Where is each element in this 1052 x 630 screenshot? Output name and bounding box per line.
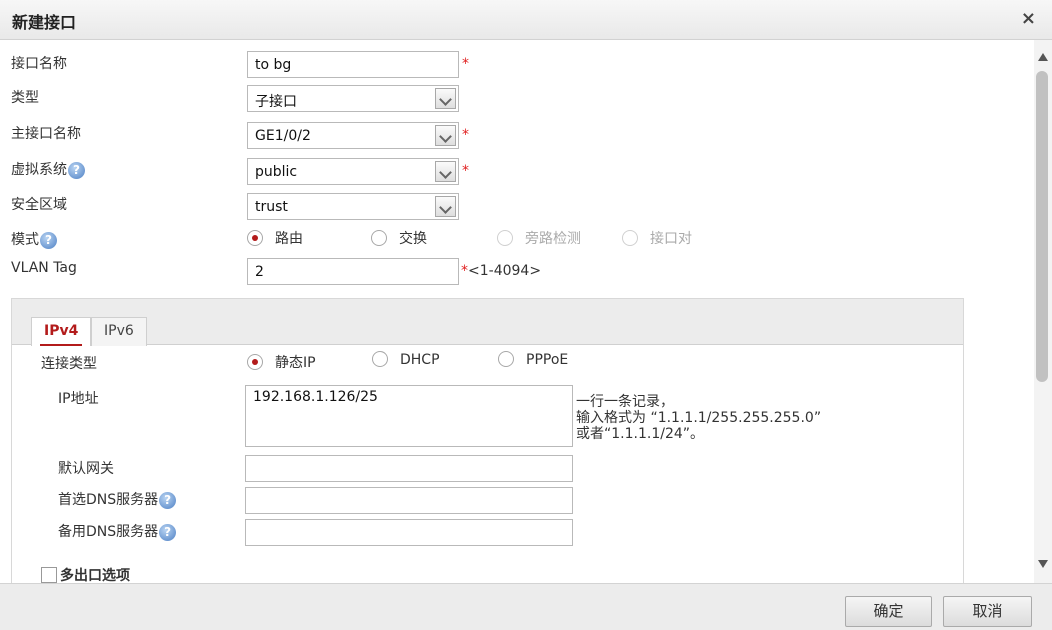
secondary-dns-input[interactable] [245,519,573,546]
type-select-value: 子接口 [255,94,297,110]
help-icon[interactable]: ? [68,161,85,179]
zone-label: 安全区域 [11,197,67,213]
ip-hint-line: 一行一条记录， [576,394,674,410]
secondary-dns-label-text: 备用DNS服务器 [58,524,159,540]
address-panel: IPv4 IPv6 连接类型 静态IP DHCP PPPoE IP地址 192.… [11,298,964,583]
parent-interface-value: GE1/0/2 [255,128,311,144]
radio-dot [497,230,513,246]
mode-label-text: 模式 [11,232,39,248]
mode-radio-route[interactable]: 路由 [247,228,303,248]
radio-dot [247,230,263,246]
chevron-down-icon[interactable] [435,88,456,109]
scroll-up-icon[interactable] [1038,53,1048,61]
ok-button[interactable]: 确定 [845,596,932,627]
vlan-tag-input[interactable]: 2 [247,258,459,285]
conn-radio-dhcp[interactable]: DHCP [372,351,440,368]
ip-format-hint: 一行一条记录， 输入格式为 “1.1.1.1/255.255.255.0” 或者… [576,394,821,442]
multi-exit-checkbox[interactable]: 多出口选项 [41,565,130,583]
radio-dot [371,230,387,246]
conn-radio-pppoe[interactable]: PPPoE [498,351,569,368]
vsys-select[interactable]: public [247,158,459,185]
checkbox-box[interactable] [41,567,57,583]
radio-dot [498,351,514,367]
gateway-input[interactable] [245,455,573,482]
mode-route-label: 路由 [275,231,303,247]
mode-radio-pair: 接口对 [622,228,692,248]
primary-dns-label: 首选DNS服务器? [58,489,177,509]
tab-ipv4[interactable]: IPv4 [31,317,92,346]
type-select[interactable]: 子接口 [247,85,459,112]
mode-radio-switch[interactable]: 交换 [371,228,427,248]
mode-pair-label: 接口对 [650,231,692,247]
scrollbar-thumb[interactable] [1036,71,1048,382]
conn-radio-static[interactable]: 静态IP [247,352,316,372]
dialog-titlebar: 新建接口 × [0,0,1052,40]
zone-select[interactable]: trust [247,193,459,220]
secondary-dns-label: 备用DNS服务器? [58,521,177,541]
chevron-down-icon[interactable] [435,196,456,217]
required-mark: * [462,163,469,179]
vertical-scrollbar[interactable] [1034,40,1052,583]
ip-address-label: IP地址 [58,391,99,407]
vsys-select-value: public [255,164,298,180]
close-icon[interactable]: × [1021,8,1036,29]
multi-exit-label: 多出口选项 [60,568,130,583]
vlan-tag-label: VLAN Tag [11,260,77,276]
mode-bypass-label: 旁路检测 [525,231,581,247]
vsys-label: 虚拟系统? [11,159,85,179]
required-mark: * [462,127,469,143]
vsys-label-text: 虚拟系统 [11,162,67,178]
ip-address-textarea[interactable]: 192.168.1.126/25 [245,385,573,447]
ip-hint-line: 输入格式为 “1.1.1.1/255.255.255.0” [576,410,822,426]
zone-select-value: trust [255,199,288,215]
gateway-label: 默认网关 [58,461,114,477]
help-icon[interactable]: ? [159,523,177,541]
primary-dns-label-text: 首选DNS服务器 [58,492,159,508]
dialog-body: 接口名称 to bg * 类型 子接口 主接口名称 GE1/0/2 * 虚拟系统… [0,40,1034,583]
connection-type-label: 连接类型 [41,356,97,372]
tab-ipv6[interactable]: IPv6 [91,317,147,346]
radio-dot [372,351,388,367]
scroll-down-icon[interactable] [1038,560,1048,568]
parent-interface-label: 主接口名称 [11,126,81,142]
conn-pppoe-label: PPPoE [526,352,569,368]
help-icon[interactable]: ? [40,231,57,249]
dialog-footer: 确定 取消 [0,583,1052,630]
required-mark: * [462,56,469,72]
interface-name-input[interactable]: to bg [247,51,459,78]
mode-radio-bypass: 旁路检测 [497,228,581,248]
chevron-down-icon[interactable] [435,161,456,182]
required-mark: * [461,263,468,279]
type-label: 类型 [11,90,39,106]
conn-static-label: 静态IP [275,355,316,371]
help-icon[interactable]: ? [159,491,177,509]
dialog-title: 新建接口 [12,13,77,32]
mode-label: 模式? [11,229,57,249]
cancel-button[interactable]: 取消 [943,596,1032,627]
parent-interface-select[interactable]: GE1/0/2 [247,122,459,149]
conn-dhcp-label: DHCP [400,352,440,368]
tab-strip: IPv4 IPv6 [12,299,963,346]
chevron-down-icon[interactable] [435,125,456,146]
primary-dns-input[interactable] [245,487,573,514]
interface-name-label: 接口名称 [11,56,67,72]
radio-dot [247,354,263,370]
radio-dot [622,230,638,246]
mode-switch-label: 交换 [399,231,427,247]
vlan-range-hint: <1-4094> [468,263,542,279]
ip-hint-line: 或者“1.1.1.1/24”。 [576,426,705,442]
